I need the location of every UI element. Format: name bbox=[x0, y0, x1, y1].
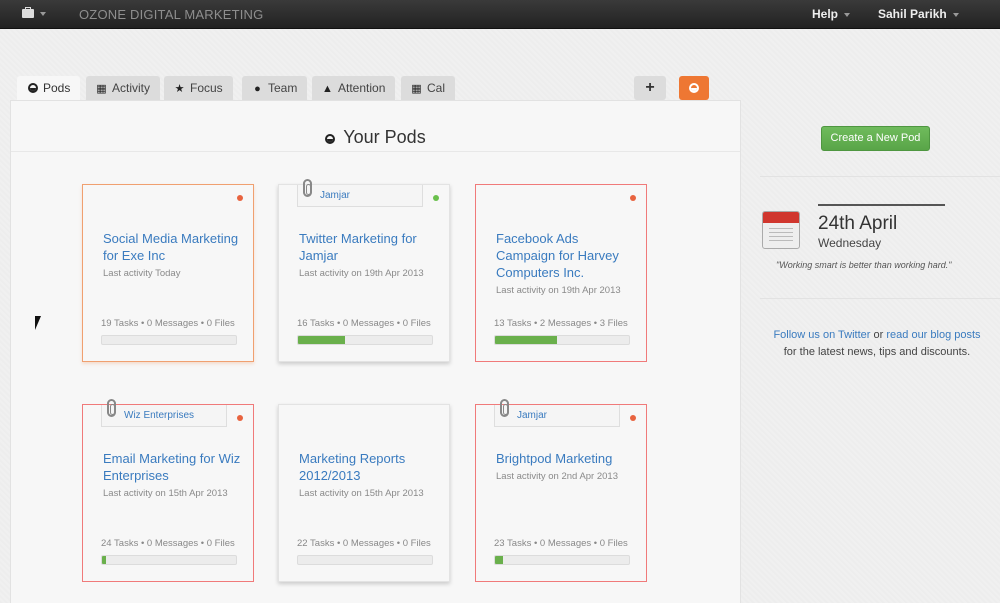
film-icon: ▦ bbox=[96, 83, 107, 95]
tab-activity[interactable]: ▦ Activity bbox=[86, 76, 161, 100]
progress-fill bbox=[102, 556, 107, 564]
tab-cal[interactable]: ▦ Cal bbox=[401, 76, 456, 100]
add-button[interactable]: + bbox=[634, 76, 666, 100]
calendar-icon bbox=[762, 211, 800, 249]
pod-activity: Last activity Today bbox=[103, 268, 181, 279]
page-title: Your Pods bbox=[11, 127, 740, 148]
client-tag[interactable]: Jamjar bbox=[494, 405, 620, 427]
help-label: Help bbox=[812, 7, 839, 21]
paperclip-icon bbox=[107, 399, 116, 417]
progress-bar bbox=[297, 335, 433, 345]
user-name: Sahil Parikh bbox=[878, 7, 947, 21]
tab-attention[interactable]: ▲ Attention bbox=[312, 76, 396, 100]
pod-card[interactable]: Marketing Reports 2012/2013 Last activity… bbox=[278, 404, 450, 582]
pod-name[interactable]: Social Media Marketing for Exe Inc Last a… bbox=[103, 230, 243, 281]
chevron-down-icon bbox=[952, 12, 959, 17]
pod-activity: Last activity on 2nd Apr 2013 bbox=[496, 471, 618, 482]
bell-icon: ▲ bbox=[322, 83, 333, 95]
chevron-down-icon bbox=[844, 12, 851, 17]
mouse-cursor-icon bbox=[35, 316, 41, 330]
app-title: OZONE DIGITAL MARKETING bbox=[79, 7, 264, 22]
status-dot bbox=[630, 415, 636, 421]
paperclip-icon bbox=[303, 179, 312, 197]
pod-icon bbox=[689, 83, 699, 93]
chevron-down-icon bbox=[40, 12, 46, 16]
follow-text: Follow us on Twitter or read our blog po… bbox=[770, 327, 984, 361]
date-rule bbox=[818, 204, 945, 206]
top-navbar: OZONE DIGITAL MARKETING Help Sahil Parik… bbox=[0, 0, 1000, 29]
pod-name[interactable]: Marketing Reports 2012/2013 Last activity… bbox=[299, 450, 439, 501]
pod-quick-button[interactable] bbox=[679, 76, 709, 100]
pod-stats: 19 Tasks • 0 Messages • 0 Files bbox=[101, 318, 235, 329]
status-dot bbox=[433, 195, 439, 201]
tab-label: Activity bbox=[112, 81, 151, 95]
pod-activity: Last activity on 19th Apr 2013 bbox=[299, 268, 424, 279]
pod-icon bbox=[27, 77, 38, 101]
calendar-icon: ▦ bbox=[411, 83, 422, 95]
pod-stats: 13 Tasks • 2 Messages • 3 Files bbox=[494, 318, 628, 329]
pod-card[interactable]: Jamjar Brightpod Marketing Last activity … bbox=[475, 399, 647, 582]
divider bbox=[760, 176, 1000, 177]
pod-activity: Last activity on 15th Apr 2013 bbox=[103, 488, 228, 499]
progress-bar bbox=[494, 335, 630, 345]
pod-card[interactable]: Wiz Enterprises Email Marketing for Wiz … bbox=[82, 399, 254, 582]
progress-bar bbox=[101, 555, 237, 565]
star-icon: ★ bbox=[174, 83, 185, 95]
pod-card[interactable]: Jamjar Twitter Marketing for Jamjar Last … bbox=[278, 179, 450, 362]
twitter-link[interactable]: Follow us on Twitter bbox=[773, 329, 870, 341]
pod-stats: 22 Tasks • 0 Messages • 0 Files bbox=[297, 538, 431, 549]
progress-fill bbox=[298, 336, 345, 344]
follow-or: or bbox=[873, 329, 884, 341]
progress-fill bbox=[495, 336, 557, 344]
pod-card[interactable]: Social Media Marketing for Exe Inc Last a… bbox=[82, 184, 254, 362]
current-day: Wednesday bbox=[818, 236, 882, 250]
tab-label: Team bbox=[268, 81, 298, 95]
pod-name[interactable]: Email Marketing for Wiz Enterprises Last … bbox=[103, 450, 243, 501]
client-tag[interactable]: Wiz Enterprises bbox=[101, 405, 227, 427]
progress-bar bbox=[297, 555, 433, 565]
briefcase-icon bbox=[22, 9, 34, 18]
pod-name[interactable]: Brightpod Marketing Last activity on 2nd … bbox=[496, 450, 636, 484]
pod-stats: 23 Tasks • 0 Messages • 0 Files bbox=[494, 538, 628, 549]
current-date: 24th April bbox=[818, 213, 898, 234]
pod-card[interactable]: Facebook Ads Campaign for Harvey Compute… bbox=[475, 184, 647, 362]
tab-label: Pods bbox=[43, 81, 71, 95]
motivational-quote: "Working smart is better than working ha… bbox=[776, 260, 952, 270]
tab-label: Attention bbox=[338, 81, 386, 95]
follow-tail: for the latest news, tips and discounts. bbox=[783, 346, 971, 358]
tab-label: Focus bbox=[190, 81, 223, 95]
blog-link[interactable]: read our blog posts bbox=[886, 329, 980, 341]
status-dot bbox=[630, 195, 636, 201]
pod-activity: Last activity on 15th Apr 2013 bbox=[299, 488, 424, 499]
briefcase-menu[interactable] bbox=[22, 7, 48, 23]
tab-focus[interactable]: ★ Focus bbox=[164, 76, 233, 100]
pod-icon bbox=[325, 134, 336, 144]
progress-bar bbox=[494, 555, 630, 565]
pod-stats: 16 Tasks • 0 Messages • 0 Files bbox=[297, 318, 431, 329]
pod-name[interactable]: Twitter Marketing for Jamjar Last activit… bbox=[299, 230, 439, 281]
help-menu[interactable]: Help bbox=[812, 7, 851, 21]
create-pod-button[interactable]: Create a New Pod bbox=[821, 126, 930, 151]
tab-team[interactable]: ● Team bbox=[242, 76, 308, 100]
progress-fill bbox=[495, 556, 504, 564]
tab-label: Cal bbox=[427, 81, 446, 95]
person-icon: ● bbox=[254, 83, 261, 95]
divider bbox=[11, 151, 740, 152]
pod-activity: Last activity on 19th Apr 2013 bbox=[496, 285, 621, 296]
pod-name[interactable]: Facebook Ads Campaign for Harvey Compute… bbox=[496, 230, 636, 298]
status-dot bbox=[237, 195, 243, 201]
tab-pods[interactable]: Pods bbox=[17, 76, 81, 101]
pod-stats: 24 Tasks • 0 Messages • 0 Files bbox=[101, 538, 235, 549]
paperclip-icon bbox=[500, 399, 509, 417]
user-menu[interactable]: Sahil Parikh bbox=[878, 7, 959, 21]
page-title-text: Your Pods bbox=[343, 127, 426, 147]
divider bbox=[760, 298, 1000, 299]
client-tag[interactable]: Jamjar bbox=[297, 185, 423, 207]
status-dot bbox=[237, 415, 243, 421]
progress-bar bbox=[101, 335, 237, 345]
